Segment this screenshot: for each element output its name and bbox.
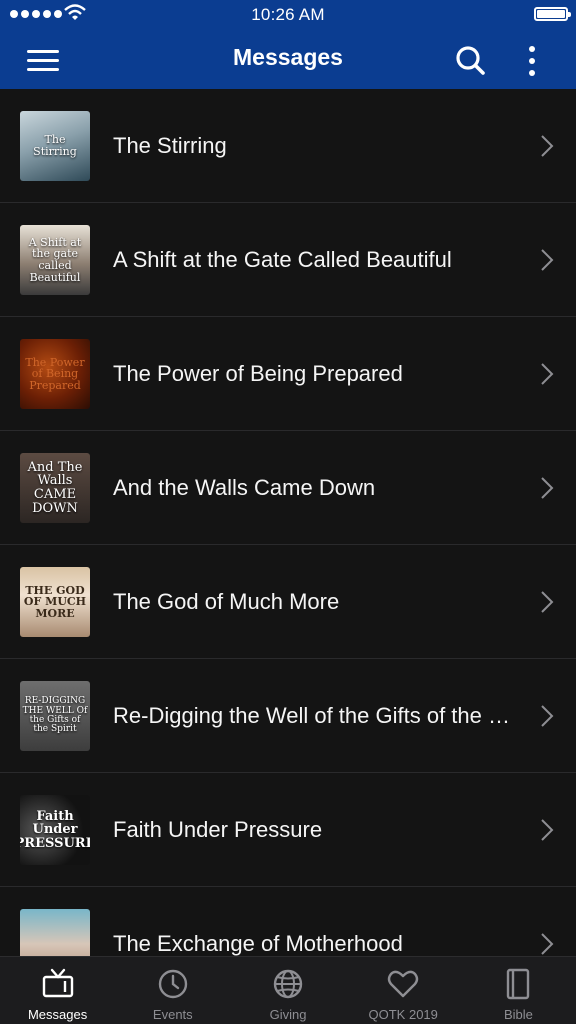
chevron-right-icon xyxy=(541,477,554,499)
message-title: The Power of Being Prepared xyxy=(113,361,403,386)
battery-icon xyxy=(534,7,571,21)
message-title: Faith Under Pressure xyxy=(113,817,323,842)
message-thumbnail: RE-DIGGING THE WELL Of the Gifts of the … xyxy=(20,681,90,751)
list-item[interactable]: And The Walls CAME DOWN And the Walls Ca… xyxy=(0,431,576,545)
chevron-right-icon xyxy=(541,705,554,727)
list-item[interactable]: Faith Under PRESSURE Faith Under Pressur… xyxy=(0,773,576,887)
message-thumbnail: THE GOD OF MUCH MORE xyxy=(20,567,90,637)
tab-label: Giving xyxy=(269,1007,307,1022)
thumbnail-text: The Stirring xyxy=(33,133,77,158)
message-title: And the Walls Came Down xyxy=(113,475,376,500)
message-thumbnail: The Power of Being Prepared xyxy=(20,339,90,409)
search-icon xyxy=(456,46,485,75)
chevron-right-icon xyxy=(541,363,554,385)
list-item[interactable]: The Stirring The Stirring xyxy=(0,89,576,203)
tab-bar: Messages Events Giving QOTK 2019 Bible xyxy=(0,956,576,1024)
message-title: The Stirring xyxy=(113,133,227,158)
list-item[interactable]: RE-DIGGING THE WELL Of the Gifts of the … xyxy=(0,659,576,773)
clock-icon xyxy=(158,969,187,999)
message-thumbnail: Faith Under PRESSURE xyxy=(20,795,90,865)
list-item[interactable]: A Shift at the gate called Beautiful A S… xyxy=(0,203,576,317)
globe-icon xyxy=(273,969,303,999)
status-time: 10:26 AM xyxy=(251,5,325,24)
top-bar: 10:26 AM Messages xyxy=(0,0,576,89)
list-item[interactable]: The Power of Being Prepared The Power of… xyxy=(0,317,576,431)
thumbnail-text xyxy=(53,942,57,946)
tab-qotk-2019[interactable]: QOTK 2019 xyxy=(346,957,461,1024)
thumbnail-text: A Shift at the gate called Beautiful xyxy=(28,235,82,284)
message-title: The Exchange of Motherhood xyxy=(113,931,403,956)
message-title: The God of Much More xyxy=(113,589,340,614)
thumbnail-text: And The Walls CAME DOWN xyxy=(27,459,83,516)
thumbnail-text: THE GOD OF MUCH MORE xyxy=(23,583,87,620)
thumbnail-text: RE-DIGGING THE WELL Of the Gifts of the … xyxy=(22,696,88,735)
tv-icon xyxy=(42,968,73,998)
search-button[interactable] xyxy=(452,42,490,80)
message-title: Re-Digging the Well of the Gifts of the … xyxy=(113,703,516,728)
tab-label: Events xyxy=(152,1007,193,1022)
chevron-right-icon xyxy=(541,591,554,613)
list-item[interactable]: The Exchange of Motherhood xyxy=(0,887,576,956)
chevron-right-icon xyxy=(541,135,554,157)
more-options-button[interactable] xyxy=(520,42,544,80)
chevron-right-icon xyxy=(541,819,554,841)
nav-bar: Messages xyxy=(0,30,576,89)
tab-events[interactable]: Events xyxy=(115,957,230,1024)
message-thumbnail: A Shift at the gate called Beautiful xyxy=(20,225,90,295)
message-title: A Shift at the Gate Called Beautiful xyxy=(113,247,452,272)
chevron-right-icon xyxy=(541,933,554,955)
tab-bible[interactable]: Bible xyxy=(461,957,576,1024)
chevron-right-icon xyxy=(541,249,554,271)
book-icon xyxy=(507,968,530,1000)
message-thumbnail xyxy=(20,909,90,956)
list-item[interactable]: THE GOD OF MUCH MORE The God of Much Mor… xyxy=(0,545,576,659)
tab-giving[interactable]: Giving xyxy=(230,957,345,1024)
tab-label: QOTK 2019 xyxy=(368,1007,438,1022)
tab-label: Bible xyxy=(503,1007,533,1022)
status-bar: 10:26 AM xyxy=(0,0,576,30)
thumbnail-text: The Power of Being Prepared xyxy=(25,355,85,392)
messages-list: The Stirring The Stirring A Shift at the… xyxy=(0,89,576,956)
heart-icon xyxy=(388,970,419,998)
message-thumbnail: And The Walls CAME DOWN xyxy=(20,453,90,523)
thumbnail-text: Faith Under PRESSURE xyxy=(20,808,90,851)
tab-messages[interactable]: Messages xyxy=(0,957,115,1024)
tab-label: Messages xyxy=(27,1007,88,1022)
message-thumbnail: The Stirring xyxy=(20,111,90,181)
